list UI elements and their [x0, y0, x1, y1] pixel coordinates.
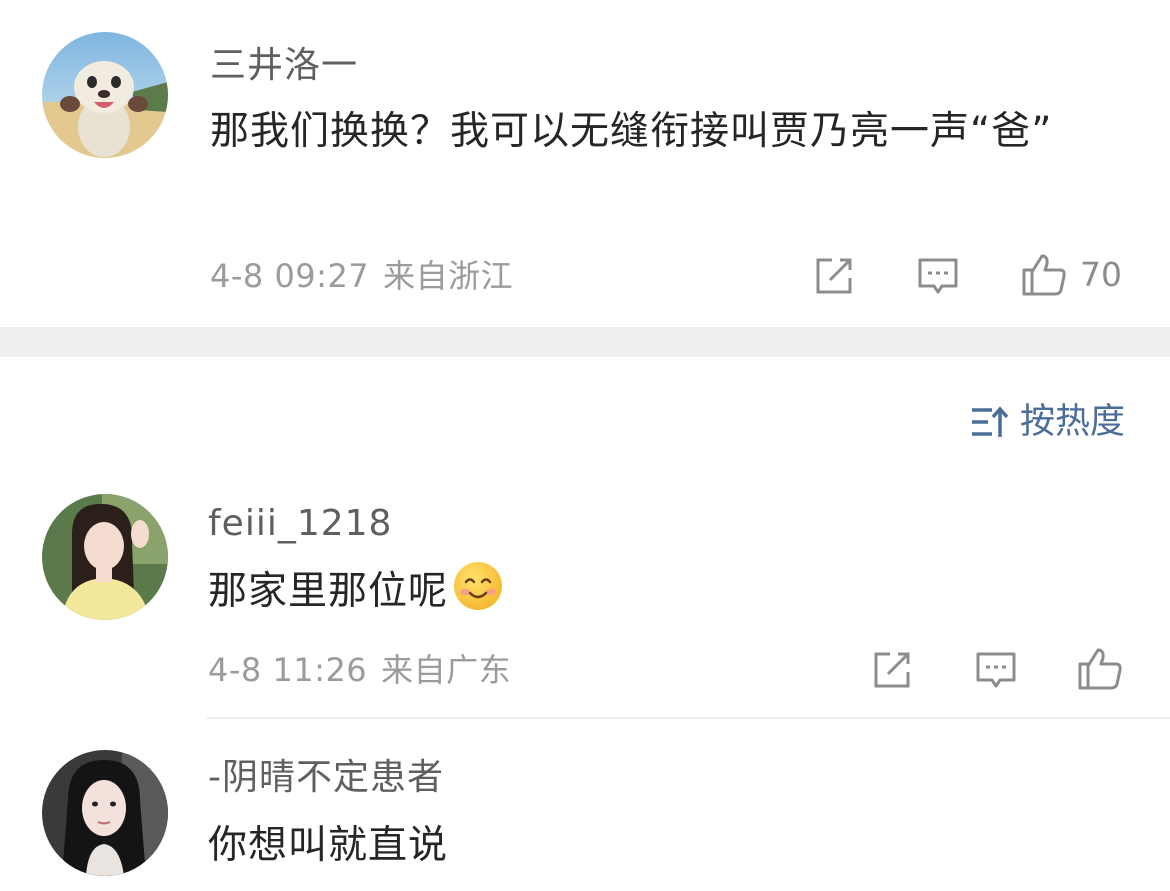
- avatar[interactable]: [42, 494, 168, 620]
- share-button[interactable]: [812, 254, 856, 298]
- avatar[interactable]: [42, 32, 168, 158]
- comment-text: 那家里那位呢: [208, 560, 1108, 624]
- comment-text-content: 那家里那位呢: [208, 569, 449, 614]
- comment-icon: [976, 652, 1016, 688]
- comment-text: 你想叫就直说: [208, 823, 449, 868]
- comment-icon: [918, 258, 958, 294]
- share-button[interactable]: [870, 648, 914, 692]
- share-icon: [874, 652, 910, 688]
- like-button[interactable]: [1076, 644, 1124, 692]
- username[interactable]: -阴晴不定患者: [208, 760, 444, 796]
- like-button[interactable]: 70: [1020, 250, 1122, 298]
- comment-feed: 三井洛一 那我们换换？我可以无缝衔接叫贾乃亮一声“爸” 4-8 09:27 来自浙…: [0, 0, 1170, 891]
- sort-label: 按热度: [1019, 401, 1125, 442]
- like-count: 70: [1080, 254, 1122, 294]
- comment-divider: [207, 717, 1170, 719]
- thumbs-up-icon: [1022, 254, 1066, 296]
- reply-button[interactable]: [916, 254, 960, 298]
- section-separator: [0, 327, 1170, 357]
- comment-meta: 4-8 11:26 来自广东: [208, 654, 511, 686]
- username[interactable]: feiii_1218: [208, 506, 392, 542]
- share-icon: [816, 258, 852, 294]
- comment-text: 那我们换换？我可以无缝衔接叫贾乃亮一声“爸”: [210, 109, 1053, 154]
- comment-time: 4-8 09:27: [210, 257, 370, 295]
- girl-yellow-avatar-image: [42, 494, 168, 620]
- thumbs-up-icon: [1078, 648, 1122, 690]
- comment-time: 4-8 11:26: [208, 651, 368, 689]
- sort-icon: [971, 406, 1008, 437]
- comment-location: 来自浙江: [383, 257, 514, 295]
- reply-button[interactable]: [974, 648, 1018, 692]
- sort-by-hot-button[interactable]: 按热度: [970, 404, 1125, 440]
- girl-dark-hair-avatar-image: [42, 750, 168, 876]
- otter-avatar-image: [42, 32, 168, 158]
- smiling-face-emoji: [454, 562, 503, 610]
- avatar[interactable]: [42, 750, 168, 876]
- comment-location: 来自广东: [381, 651, 512, 689]
- comment-meta: 4-8 09:27 来自浙江: [210, 260, 513, 292]
- username[interactable]: 三井洛一: [210, 48, 358, 84]
